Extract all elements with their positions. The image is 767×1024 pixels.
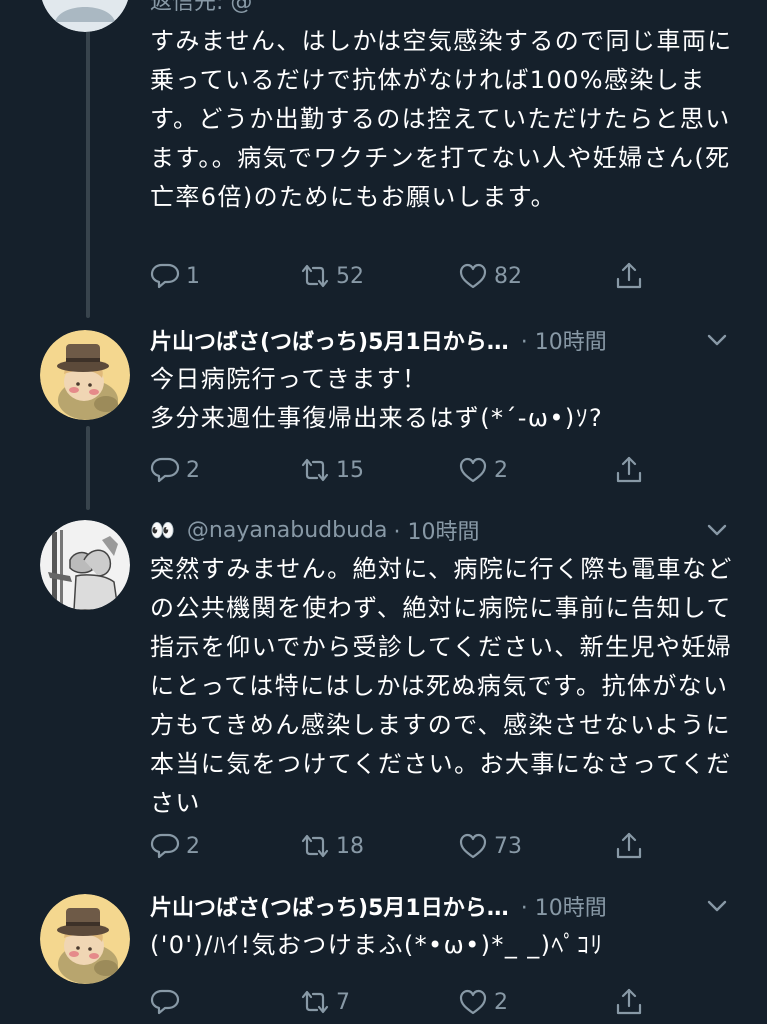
timestamp[interactable]: · 10時間 [521,324,607,356]
tweet-text: 今日病院行ってきます！ 多分来週仕事復帰出来るはず(*´-ω•)ｿ? [150,365,604,432]
avatar[interactable] [40,894,130,984]
retweet-button[interactable]: 52 [300,256,364,296]
retweet-count: 18 [336,833,364,859]
like-count: 73 [494,833,522,859]
like-button[interactable]: 82 [458,256,522,296]
like-button[interactable]: 2 [458,450,508,490]
reply-button[interactable]: 2 [150,826,200,866]
tweet-4[interactable]: 片山つばさ(つばっち)5月1日から… · 10時間 ('0')/ﾊｲ!気おつけま… [0,886,767,1024]
share-icon [616,456,642,483]
timestamp[interactable]: · 10時間 [393,514,479,546]
share-button[interactable] [614,256,650,296]
share-icon [616,832,642,859]
reply-count: 2 [186,457,200,483]
avatar[interactable] [40,0,130,32]
share-button[interactable] [614,826,650,866]
action-bar: 2 18 73 [150,826,650,866]
retweet-icon [301,264,329,288]
display-name[interactable]: 片山つばさ(つばっち)5月1日から… [150,324,509,356]
retweet-button[interactable]: 18 [300,826,364,866]
retweet-count: 52 [336,263,364,289]
reply-to-label: 返信先: @ [150,0,253,15]
like-count: 2 [494,989,508,1015]
action-bar: 1 52 82 [150,256,650,296]
share-icon [616,988,642,1015]
retweet-button[interactable]: 7 [300,982,350,1022]
handle[interactable]: @nayanabudbuda [187,518,388,543]
display-name[interactable]: 👀 [150,518,177,542]
retweet-icon [301,458,329,482]
reply-count: 2 [186,833,200,859]
like-button[interactable]: 2 [458,982,508,1022]
heart-icon [459,263,487,289]
retweet-icon [301,990,329,1014]
heart-icon [459,833,487,859]
reply-count: 1 [186,263,200,289]
tweet-header: 片山つばさ(つばっち)5月1日から… · 10時間 [150,322,737,358]
share-button[interactable] [614,982,650,1022]
chevron-down-icon[interactable] [705,894,729,918]
share-button[interactable] [614,450,650,490]
tweet-3[interactable]: 👀 @nayanabudbuda · 10時間 突然すみません。絶対に、病院に行… [0,510,767,886]
display-name[interactable]: 片山つばさ(つばっち)5月1日から… [150,890,509,922]
reply-icon [150,833,180,859]
reply-icon [150,989,180,1015]
avatar[interactable] [40,330,130,420]
tweet-2[interactable]: 片山つばさ(つばっち)5月1日から… · 10時間 今日病院行ってきます！ 多分… [0,318,767,506]
chevron-down-icon[interactable] [705,328,729,352]
tweet-header: 片山つばさ(つばっち)5月1日から… · 10時間 [150,888,737,924]
tweet-text: 突然すみません。絶対に、病院に行く際も電車などの公共機関を使わず、絶対に病院に事… [150,555,733,817]
chevron-down-icon[interactable] [705,518,729,542]
avatar[interactable] [40,520,130,610]
action-bar: 7 2 [150,982,650,1022]
reply-button[interactable]: 2 [150,450,200,490]
like-button[interactable]: 73 [458,826,522,866]
tweet-header: 👀 @nayanabudbuda · 10時間 [150,512,737,548]
tweet-text: すみません、はしかは空気感染するので同じ車両に乗っているだけで抗体がなければ10… [150,27,733,211]
retweet-icon [301,834,329,858]
reply-button[interactable]: 1 [150,256,200,296]
share-icon [616,262,642,289]
reply-icon [150,457,180,483]
like-count: 2 [494,457,508,483]
retweet-count: 7 [336,989,350,1015]
heart-icon [459,989,487,1015]
reply-icon [150,263,180,289]
reply-to-header: 返信先: @ [150,0,737,18]
action-bar: 2 15 2 [150,450,650,490]
heart-icon [459,457,487,483]
like-count: 82 [494,263,522,289]
retweet-count: 15 [336,457,364,483]
timestamp[interactable]: · 10時間 [521,890,607,922]
reply-button[interactable] [150,982,186,1022]
tweet-1[interactable]: 返信先: @ すみません、はしかは空気感染するので同じ車両に乗っているだけで抗体… [0,0,767,318]
tweet-text: ('0')/ﾊｲ!気おつけまふ(*•ω•)*_ _)ﾍﾟｺﾘ [150,931,604,959]
retweet-button[interactable]: 15 [300,450,364,490]
